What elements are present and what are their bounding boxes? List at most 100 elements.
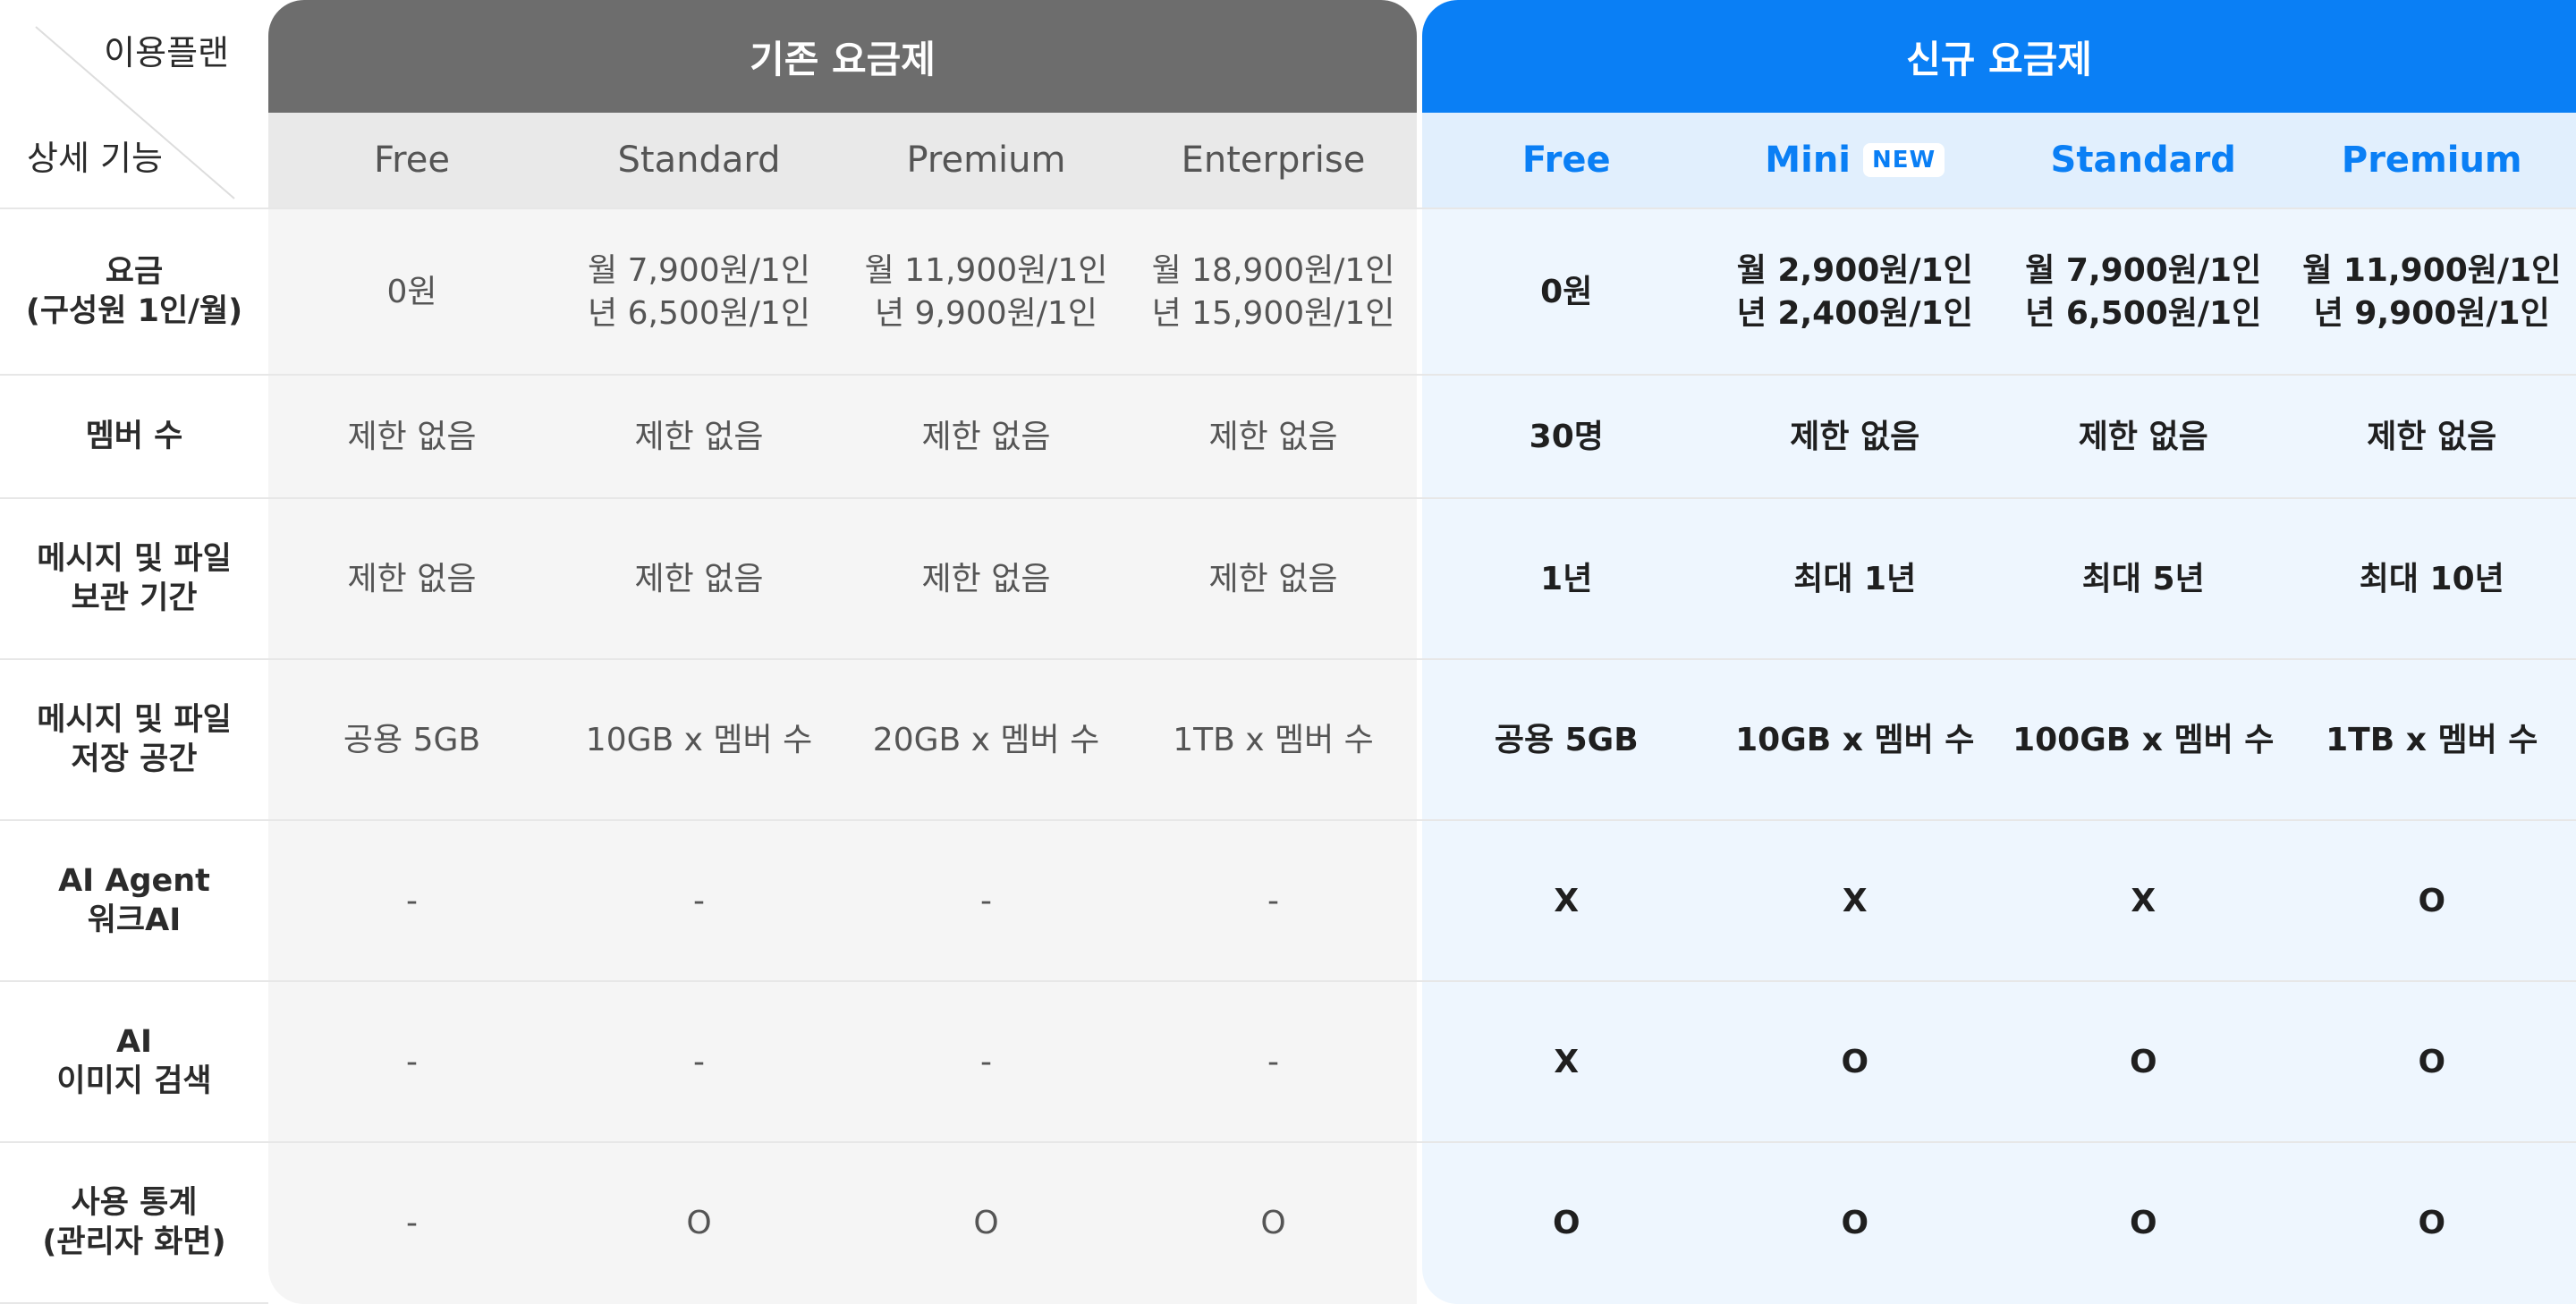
new-free-value: 30명	[1422, 376, 1711, 499]
old-plan-values: 제한 없음 제한 없음 제한 없음 제한 없음	[268, 376, 1417, 499]
feature-row: AI Agent 워크AI - - - - X X X O	[0, 819, 2576, 982]
new-mini-value: O	[1711, 982, 2000, 1143]
feature-label: 요금 (구성원 1인/월)	[0, 209, 268, 376]
cell-line: O	[686, 1205, 712, 1242]
cell-line: 공용 5GB	[1494, 722, 1639, 759]
feature-row: 사용 통계 (관리자 화면) - O O O O O O O	[0, 1141, 2576, 1304]
new-plans-title: 신규 요금제	[1422, 0, 2576, 113]
feature-row: 메시지 및 파일 보관 기간 제한 없음 제한 없음 제한 없음 제한 없음 1년 최대 1년…	[0, 497, 2576, 660]
cell-line: 1TB x 멤버 수	[1173, 722, 1374, 759]
old-premium-value: 제한 없음	[843, 376, 1130, 499]
old-plan-names: Free Standard Premium Enterprise	[268, 113, 1417, 207]
new-standard-value: 월 7,900원/1인 년 6,500원/1인	[1999, 209, 2288, 376]
new-mini-value: O	[1711, 1143, 2000, 1304]
new-mini-value: 10GB x 멤버 수	[1711, 660, 2000, 821]
cell-line: -	[1267, 1044, 1279, 1081]
cell-line: -	[980, 883, 992, 920]
new-plan-values: XXXO	[1422, 821, 2576, 982]
cell-line: 년 15,900원/1인	[1151, 295, 1395, 332]
old-free-value: -	[268, 982, 555, 1143]
cell-line: 요금	[105, 254, 164, 291]
old-standard-value: 제한 없음	[555, 376, 843, 499]
cell-line: 제한 없음	[1790, 419, 1920, 456]
old-premium-value: -	[843, 821, 1130, 982]
new-mini-value: 제한 없음	[1711, 376, 2000, 499]
feature-row: 요금 (구성원 1인/월) 0원 월 7,900원/1인 년 6,500원/1인 월 11…	[0, 207, 2576, 376]
new-free-value: X	[1422, 821, 1711, 982]
cell-line: 최대 5년	[2081, 561, 2205, 598]
old-enterprise-value: O	[1130, 1143, 1417, 1304]
new-plan-names: Free Mini NEW Standard Premium	[1422, 113, 2576, 207]
old-premium-value: -	[843, 982, 1130, 1143]
cell-line: 월 11,900원/1인	[864, 252, 1108, 290]
new-mini-value: X	[1711, 821, 2000, 982]
cell-line: O	[2418, 1044, 2446, 1081]
cell-line: X	[1554, 1044, 1580, 1081]
feature-label: 사용 통계 (관리자 화면)	[0, 1143, 268, 1304]
cell-line: O	[1552, 1205, 1580, 1242]
old-plan-values: 제한 없음 제한 없음 제한 없음 제한 없음	[268, 499, 1417, 660]
old-plans-title: 기존 요금제	[268, 0, 1417, 113]
new-standard-value: O	[1999, 1143, 2288, 1304]
new-plan-mini: Mini NEW	[1711, 113, 2000, 207]
cell-line: O	[1841, 1044, 1869, 1081]
new-standard-value: 최대 5년	[1999, 499, 2288, 660]
old-plan-enterprise: Enterprise	[1181, 140, 1366, 181]
feature-label: AI 이미지 검색	[0, 982, 268, 1143]
new-plan-standard: Standard	[2050, 140, 2236, 181]
cell-line: -	[693, 1044, 705, 1081]
cell-line: O	[973, 1205, 999, 1242]
old-plan-premium: Premium	[906, 140, 1066, 181]
cell-line: O	[2129, 1205, 2157, 1242]
feature-axis-label: 상세 기능	[27, 139, 163, 178]
new-standard-value: O	[1999, 982, 2288, 1143]
cell-line: X	[2131, 883, 2157, 920]
cell-line: 100GB x 멤버 수	[2012, 722, 2275, 759]
new-badge: NEW	[1863, 143, 1945, 177]
old-standard-value: 10GB x 멤버 수	[555, 660, 843, 821]
cell-line: 1년	[1540, 561, 1593, 598]
new-free-value: 공용 5GB	[1422, 660, 1711, 821]
feature-row: AI 이미지 검색 - - - - X O O O	[0, 980, 2576, 1143]
cell-line: (관리자 화면)	[42, 1224, 226, 1260]
old-premium-value: 제한 없음	[843, 499, 1130, 660]
cell-line: 년 2,400원/1인	[1736, 295, 1973, 332]
cell-line: 이미지 검색	[56, 1063, 212, 1099]
new-mini-value: 월 2,900원/1인 년 2,400원/1인	[1711, 209, 2000, 376]
cell-line: 최대 1년	[1793, 561, 1917, 598]
old-enterprise-value: -	[1130, 821, 1417, 982]
new-premium-value: O	[2288, 982, 2576, 1143]
new-standard-value: X	[1999, 821, 2288, 982]
cell-line: AI	[115, 1024, 153, 1061]
cell-line: 보관 기간	[71, 580, 198, 616]
new-premium-value: O	[2288, 821, 2576, 982]
cell-line: O	[2418, 883, 2446, 920]
cell-line: 공용 5GB	[343, 722, 481, 759]
old-enterprise-value: -	[1130, 982, 1417, 1143]
old-free-value: -	[268, 1143, 555, 1304]
cell-line: -	[980, 1044, 992, 1081]
cell-line: 년 9,900원/1인	[875, 295, 1097, 332]
cell-line: (구성원 1인/월)	[25, 293, 243, 329]
cell-line: 제한 없음	[634, 561, 764, 598]
new-plan-values: 1년 최대 1년 최대 5년 최대 10년	[1422, 499, 2576, 660]
new-plan-free: Free	[1521, 140, 1611, 181]
corner-cell: 이용플랜 상세 기능	[0, 0, 268, 207]
cell-line: 제한 없음	[2367, 419, 2497, 456]
cell-line: 사용 통계	[71, 1185, 198, 1222]
cell-line: 메시지 및 파일	[37, 541, 232, 578]
old-enterprise-value: 월 18,900원/1인 년 15,900원/1인	[1130, 209, 1417, 376]
cell-line: 년 9,900원/1인	[2313, 295, 2550, 332]
old-plan-values: ----	[268, 982, 1417, 1143]
new-premium-value: 제한 없음	[2288, 376, 2576, 499]
cell-line: 월 7,900원/1인	[588, 252, 810, 290]
old-plan-free: Free	[374, 140, 450, 181]
old-enterprise-value: 제한 없음	[1130, 376, 1417, 499]
old-plan-values: -OOO	[268, 1143, 1417, 1304]
feature-label: 메시지 및 파일 저장 공간	[0, 660, 268, 821]
new-premium-value: 최대 10년	[2288, 499, 2576, 660]
cell-line: 월 7,900원/1인	[2025, 252, 2262, 290]
old-premium-value: 20GB x 멤버 수	[843, 660, 1130, 821]
old-standard-value: O	[555, 1143, 843, 1304]
old-free-value: 공용 5GB	[268, 660, 555, 821]
